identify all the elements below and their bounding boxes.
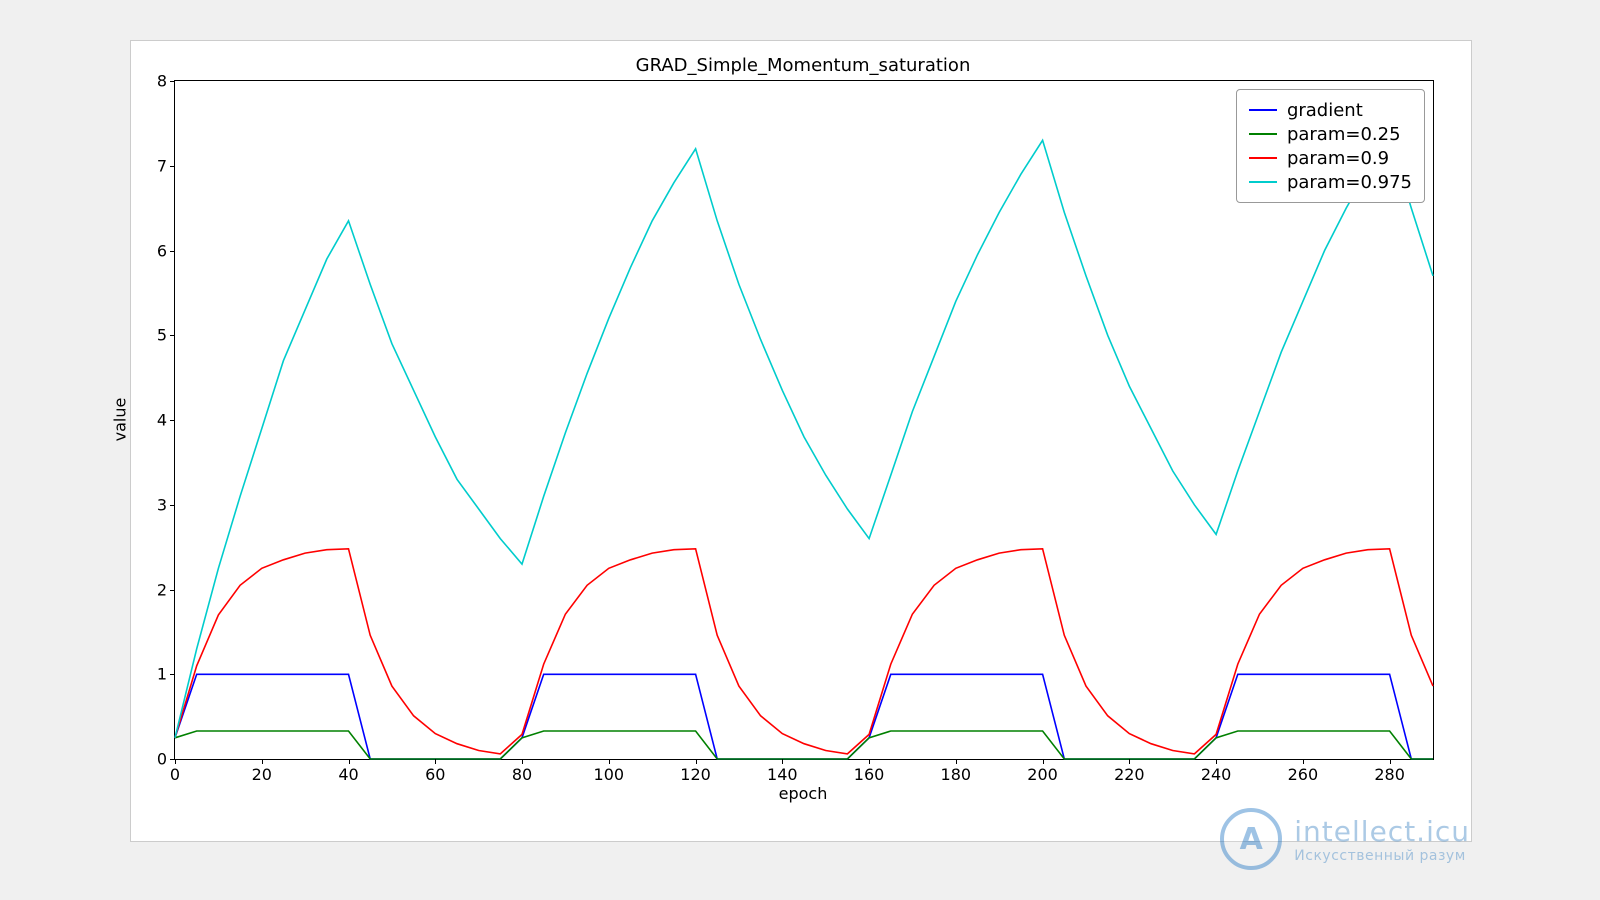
x-axis-label: epoch [174,784,1432,803]
legend-label: param=0.9 [1287,148,1389,169]
legend-swatch [1249,157,1277,159]
legend-item: param=0.975 [1249,170,1412,194]
legend-swatch [1249,133,1277,135]
legend-label: param=0.975 [1287,172,1412,193]
series-line [175,549,1433,754]
watermark-sub: Искусственный разум [1294,848,1470,864]
legend-item: gradient [1249,98,1412,122]
legend: gradient param=0.25 param=0.9 param=0.975 [1236,89,1425,203]
legend-item: param=0.25 [1249,122,1412,146]
legend-label: param=0.25 [1287,124,1401,145]
y-axis-label: value [110,80,130,758]
plot-area: gradientparam=0.25param=0.9param=0.975 0… [174,80,1434,760]
series-line [175,674,1433,759]
chart-title: GRAD_Simple_Momentum_saturation [174,55,1432,76]
legend-swatch [1249,109,1277,111]
legend-label: gradient [1287,100,1363,121]
legend-swatch [1249,181,1277,183]
legend-item: param=0.9 [1249,146,1412,170]
